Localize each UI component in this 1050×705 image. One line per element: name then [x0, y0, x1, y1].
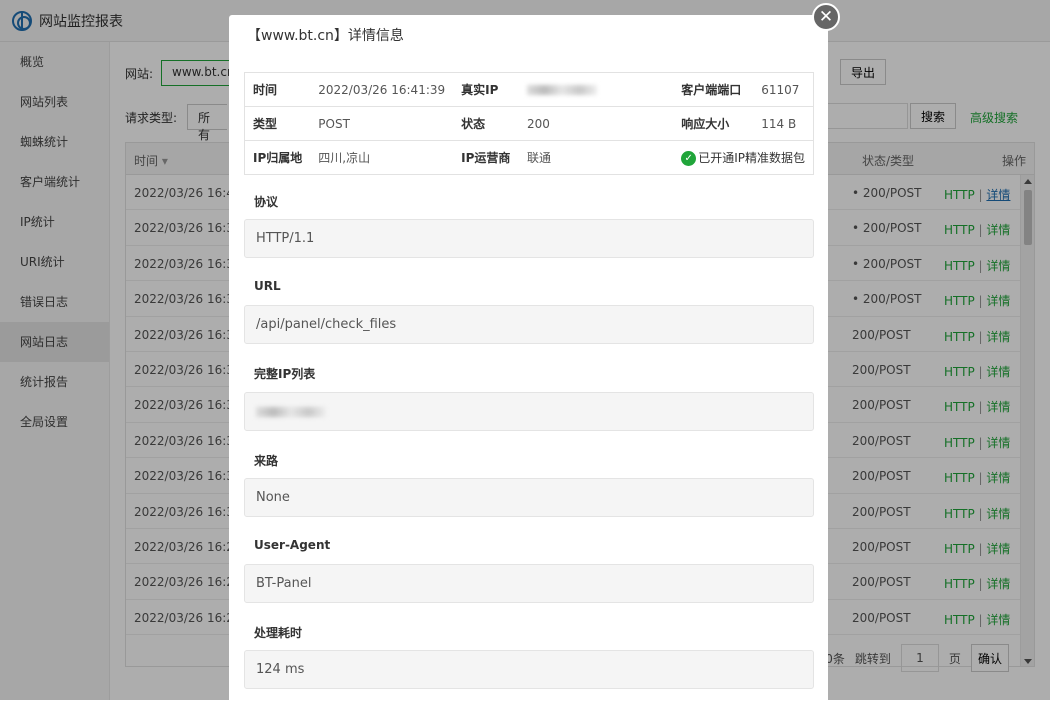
protocol-label: 协议: [254, 195, 279, 209]
time-value: 2022/03/26 16:41:39: [310, 72, 454, 107]
duration-label: 处理耗时: [254, 626, 303, 640]
info-row: 时间 2022/03/26 16:41:39 真实IP 客户端端口 61107: [244, 72, 814, 107]
info-row: IP归属地 四川,凉山 IP运营商 联通 ✓ 已开通IP精准数据包: [244, 140, 814, 175]
port-value: 61107: [753, 72, 814, 107]
referer-label: 来路: [254, 454, 279, 468]
redacted-ip-list: [256, 406, 326, 417]
status-value: 200: [519, 106, 674, 141]
referer-field: None: [244, 478, 814, 517]
info-row: 类型 POST 状态 200 响应大小 114 B: [244, 106, 814, 141]
modal-title: 【www.bt.cn】详情信息: [247, 28, 404, 44]
close-icon[interactable]: ✕: [812, 3, 840, 31]
size-label: 响应大小: [673, 106, 754, 141]
url-field: /api/panel/check_files: [244, 305, 814, 344]
region-value: 四川,凉山: [310, 140, 454, 175]
ip-list-field: [244, 392, 814, 431]
isp-value: 联通: [519, 140, 674, 175]
type-label: 类型: [244, 106, 311, 141]
time-label: 时间: [244, 72, 311, 107]
duration-field: 124 ms: [244, 650, 814, 689]
user-agent-field: BT-Panel: [244, 564, 814, 603]
port-label: 客户端端口: [673, 72, 754, 107]
user-agent-label: User-Agent: [254, 538, 331, 552]
type-value: POST: [310, 106, 454, 141]
size-value: 114 B: [753, 106, 814, 141]
real-ip-value: [519, 72, 674, 107]
isp-label: IP运营商: [453, 140, 520, 175]
ip-package-status: ✓ 已开通IP精准数据包: [673, 140, 814, 175]
ip-package-label: 已开通IP精准数据包: [698, 151, 805, 165]
detail-modal: 【www.bt.cn】详情信息 时间 2022/03/26 16:41:39 真…: [229, 15, 828, 705]
real-ip-label: 真实IP: [453, 72, 520, 107]
ip-list-label: 完整IP列表: [254, 367, 316, 381]
info-table: 时间 2022/03/26 16:41:39 真实IP 客户端端口 61107 …: [244, 72, 814, 175]
check-circle-icon: ✓: [681, 151, 697, 166]
redacted-ip: [527, 85, 598, 95]
url-label: URL: [254, 279, 281, 293]
status-label: 状态: [453, 106, 520, 141]
protocol-field: HTTP/1.1: [244, 219, 814, 258]
region-label: IP归属地: [244, 140, 311, 175]
